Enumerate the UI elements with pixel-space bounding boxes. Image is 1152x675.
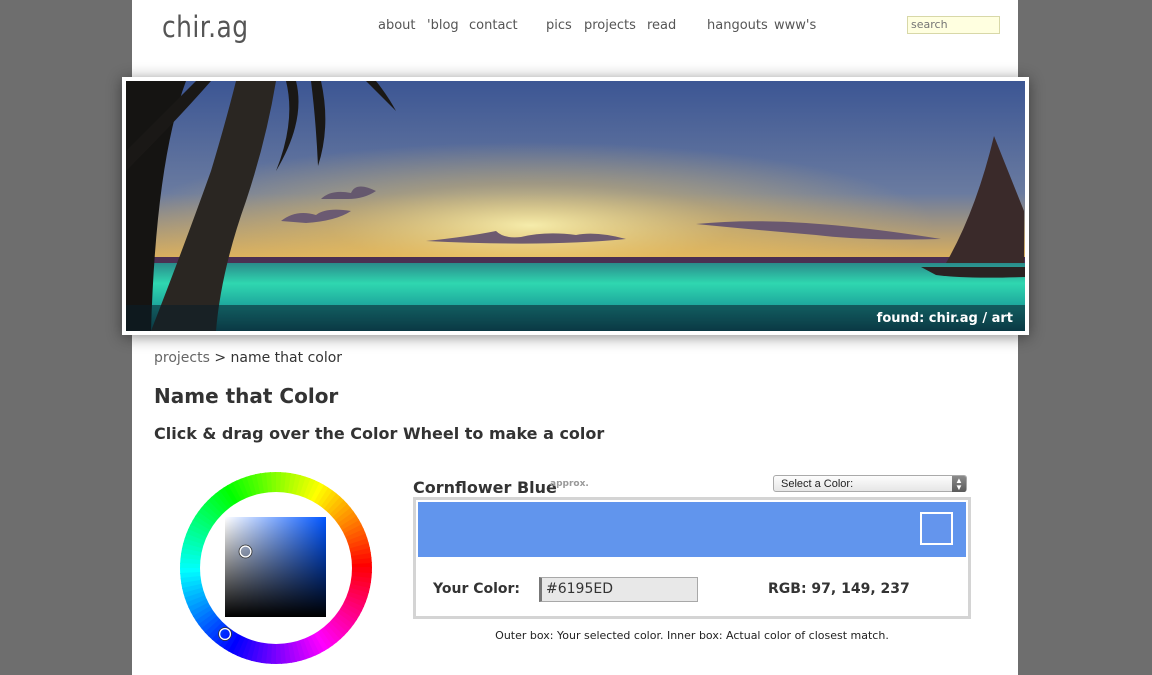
nav-contact[interactable]: contact (469, 18, 518, 33)
selected-color-swatch (418, 502, 966, 557)
nav-pics[interactable]: pics (546, 18, 572, 33)
color-wheel[interactable] (180, 472, 372, 664)
color-result-panel: Your Color: RGB: 97, 149, 237 (413, 497, 971, 619)
color-name-label: Cornflower Blue (413, 478, 557, 497)
nav-read[interactable]: read (647, 18, 676, 33)
breadcrumb: projects > name that color (154, 350, 342, 366)
hex-color-input[interactable] (539, 577, 698, 602)
updown-arrows-icon: ▲ ▼ (952, 476, 966, 492)
match-color-swatch (920, 512, 953, 545)
site-logo[interactable]: chir.ag (162, 10, 248, 44)
search-input[interactable] (907, 16, 1000, 34)
swatch-explanation-note: Outer box: Your selected color. Inner bo… (495, 629, 889, 642)
breadcrumb-current: name that color (230, 350, 343, 366)
breadcrumb-projects-link[interactable]: projects (154, 350, 210, 366)
approx-label: approx. (550, 479, 589, 489)
nav-wwws[interactable]: www's (774, 18, 816, 33)
sunset-beach-illustration (126, 81, 1025, 331)
banner-caption-bar: found: chir.ag / art (126, 305, 1025, 331)
nav-projects[interactable]: projects (584, 18, 636, 33)
color-select-dropdown[interactable]: Select a Color: ▲ ▼ (773, 475, 967, 492)
color-wheel-picker[interactable] (180, 472, 372, 668)
your-color-label: Your Color: (433, 581, 521, 597)
nav-about[interactable]: about (378, 18, 416, 33)
nav-blog[interactable]: 'blog (427, 18, 459, 33)
page-subtitle: Click & drag over the Color Wheel to mak… (154, 424, 605, 443)
page-title: Name that Color (154, 384, 339, 408)
nav-hangouts[interactable]: hangouts (707, 18, 768, 33)
banner-caption[interactable]: found: chir.ag / art (877, 311, 1013, 326)
banner-image: found: chir.ag / art (122, 77, 1029, 335)
breadcrumb-separator: > (214, 350, 227, 366)
rgb-value: RGB: 97, 149, 237 (768, 581, 910, 597)
select-label: Select a Color: (781, 478, 854, 490)
